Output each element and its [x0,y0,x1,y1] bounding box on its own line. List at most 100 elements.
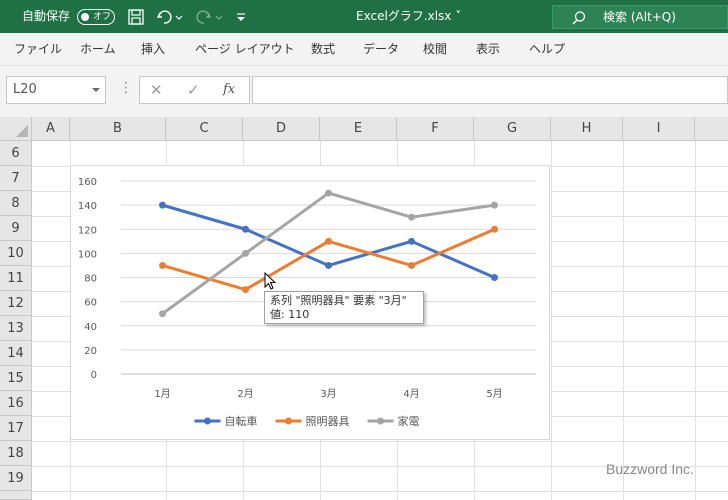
x-tick-label: 2月 [237,388,253,400]
data-point [491,201,498,209]
gridline [695,141,696,500]
data-point [159,310,166,318]
data-point [491,225,498,233]
redo-dropdown-icon[interactable] [214,8,224,26]
watermark: Buzzword Inc. [606,461,694,477]
y-tick-label: 0 [91,370,97,381]
autosave-toggle[interactable]: オフ [77,9,115,25]
data-point [325,261,332,269]
tab-view[interactable]: 表示 [476,33,500,66]
redo-icon[interactable] [195,8,213,26]
row-header-12[interactable]: 12 [0,291,32,316]
data-point [159,201,166,209]
row-header-9[interactable]: 9 [0,216,32,241]
search-icon [572,11,586,25]
data-point [408,237,415,245]
gridline [32,491,728,492]
chevron-down-icon[interactable] [92,88,100,92]
y-tick-label: 40 [84,322,97,333]
select-all-triangle-icon [16,125,28,137]
column-header-a[interactable]: A [32,117,70,141]
column-header-c[interactable]: C [166,117,243,141]
autosave-state: オフ [93,12,112,22]
tab-formulas[interactable]: 数式 [311,33,335,66]
data-point [408,261,415,269]
tab-file[interactable]: ファイル [14,33,62,66]
toggle-knob [81,13,89,21]
gridline [623,141,624,500]
row-header-17[interactable]: 17 [0,416,32,441]
enter-icon[interactable]: ✓ [187,81,200,99]
column-header-b[interactable]: B [70,117,166,141]
data-point [408,213,415,221]
column-header-f[interactable]: F [397,117,474,141]
formula-input[interactable] [252,76,728,104]
autosave-label: 自動保存 [22,9,71,23]
tab-help[interactable]: ヘルプ [529,33,565,66]
data-point [325,237,332,245]
chart-tooltip: 系列 "照明器具" 要素 "3月" 値: 110 [264,291,424,324]
title-bar: 自動保存 オフ Excelグラフ.xlsx ˅ 検索 (Alt+Q) [0,0,728,33]
legend-marker [377,417,384,425]
row-header-7[interactable]: 7 [0,166,32,191]
gridline [32,441,728,442]
search-box[interactable]: 検索 (Alt+Q) [552,5,728,29]
column-header-j[interactable] [695,117,728,141]
tab-insert[interactable]: 挿入 [141,33,165,66]
data-point [159,261,166,269]
tab-data[interactable]: データ [363,33,399,66]
formula-bar: L20 ⋮ ✕ ✓ fx [0,66,728,117]
row-header-10[interactable]: 10 [0,241,32,266]
legend-label: 照明器具 [306,415,350,428]
legend-marker [285,417,292,425]
column-header-d[interactable]: D [243,117,320,141]
y-tick-label: 60 [84,298,97,309]
row-header-16[interactable]: 16 [0,391,32,416]
search-placeholder: 検索 (Alt+Q) [603,10,676,24]
file-name[interactable]: Excelグラフ.xlsx ˅ [356,0,461,33]
row-header-15[interactable]: 15 [0,366,32,391]
y-tick-label: 20 [84,346,97,357]
y-tick-label: 120 [78,225,97,236]
tab-home[interactable]: ホーム [80,33,116,66]
row-header-19[interactable]: 19 [0,466,32,491]
name-box[interactable]: L20 [6,76,106,104]
legend-label: 家電 [398,414,420,428]
save-icon[interactable] [127,8,145,26]
x-tick-label: 5月 [486,388,502,400]
data-point [242,225,249,233]
data-point [491,274,498,281]
legend-marker [204,417,211,425]
more-options-icon[interactable]: ⋮ [119,80,133,96]
formula-buttons: ✕ ✓ fx [139,76,250,104]
tab-page-layout[interactable]: ページ レイアウト [195,33,295,66]
tab-review[interactable]: 校閲 [423,33,447,66]
row-header-11[interactable]: 11 [0,266,32,291]
ribbon-tabs: ファイル ホーム 挿入 ページ レイアウト 数式 データ 校閲 表示 ヘルプ [0,33,728,66]
customize-toolbar-icon[interactable] [234,8,248,26]
data-point [325,189,332,197]
column-header-e[interactable]: E [320,117,397,141]
data-point [242,286,249,294]
row-header-14[interactable]: 14 [0,341,32,366]
name-box-value: L20 [13,82,37,97]
column-header-h[interactable]: H [551,117,623,141]
select-all-button[interactable] [0,117,32,141]
row-header-8[interactable]: 8 [0,191,32,216]
row-header-6[interactable]: 6 [0,141,32,166]
x-tick-label: 3月 [320,388,336,400]
undo-dropdown-icon[interactable] [174,8,184,26]
cancel-icon[interactable]: ✕ [150,81,163,99]
column-header-g[interactable]: G [474,117,551,141]
row-header-18[interactable]: 18 [0,441,32,466]
undo-icon[interactable] [155,8,173,26]
x-tick-label: 1月 [154,388,170,400]
row-header-13[interactable]: 13 [0,316,32,341]
y-tick-label: 100 [78,249,97,260]
column-header-i[interactable]: I [623,117,695,141]
row-header-20[interactable] [0,491,32,500]
tooltip-series: 系列 "照明器具" 要素 "3月" [270,294,407,307]
insert-function-icon[interactable]: fx [223,82,235,97]
gridline [551,141,552,500]
y-tick-label: 80 [84,274,97,285]
